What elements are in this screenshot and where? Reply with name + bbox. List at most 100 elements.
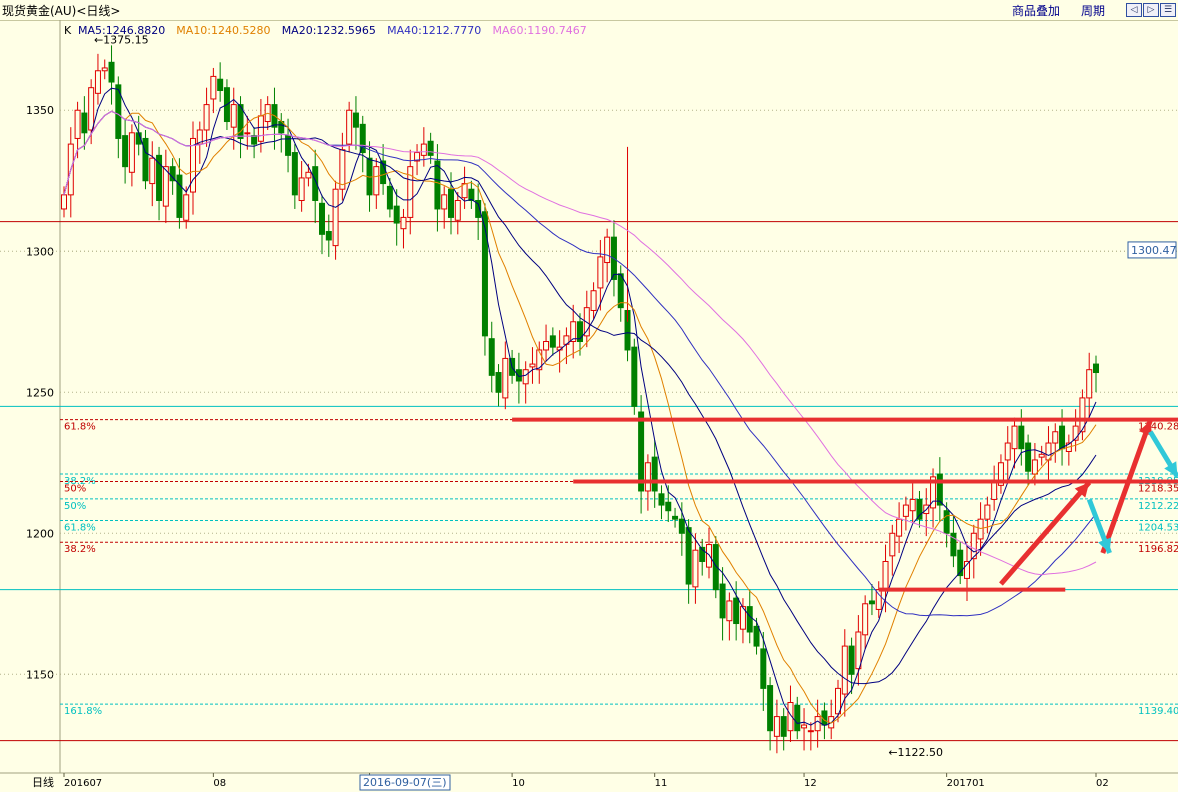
candle-body: [291, 152, 298, 196]
candle-body: [841, 645, 848, 695]
candle-body: [991, 482, 998, 500]
candle-body: [943, 510, 950, 534]
candlestick-chart: 1150120012501300135061.8%1240.2838.2%121…: [0, 20, 1178, 791]
candle-body: [706, 544, 712, 568]
candle-body: [638, 411, 645, 492]
candle-body: [230, 104, 237, 128]
candle-body: [807, 730, 814, 733]
candle-body: [94, 70, 101, 94]
candle-body: [543, 341, 550, 351]
candle-body: [339, 149, 346, 190]
candle-body: [651, 456, 658, 492]
candle-body: [488, 338, 495, 376]
candle-body: [346, 109, 353, 145]
candle-body: [359, 123, 366, 154]
x-tick-label: 201701: [947, 778, 985, 789]
ma-line-ma40: [63, 110, 1097, 617]
candle-body: [1025, 442, 1032, 472]
candle-body: [719, 583, 726, 619]
fib-left-label: 50%: [64, 501, 86, 512]
candle-body: [434, 160, 441, 210]
ma-line-ma10: [63, 110, 1097, 724]
y-tick-label: 1200: [26, 527, 54, 540]
candle-body: [393, 205, 400, 224]
candle-body: [631, 346, 638, 407]
candle-body: [1093, 363, 1099, 374]
candle-body: [298, 177, 305, 201]
x-tick-label: 10: [512, 778, 525, 789]
candle-body: [244, 132, 251, 135]
candle-body: [753, 625, 760, 647]
candle-body: [672, 515, 679, 520]
fib-left-label: 38.2%: [64, 544, 96, 555]
candle-body: [522, 369, 529, 385]
candle-body: [868, 600, 875, 605]
candle-body: [454, 199, 461, 221]
candle-body: [203, 104, 210, 131]
candle-body: [81, 112, 88, 134]
candle-body: [977, 518, 984, 540]
candle-body: [1018, 425, 1025, 450]
candle-body: [896, 518, 903, 537]
ma-line-ma20: [63, 110, 1097, 685]
x-tick-label: 02: [1096, 778, 1109, 789]
candle-body: [726, 600, 733, 622]
candle-body: [692, 549, 699, 588]
ma-legend-item: MA10:1240.5280: [176, 24, 270, 37]
candle-body: [773, 716, 780, 737]
ma-legend-item: MA60:1190.7467: [493, 24, 587, 37]
y-tick-label: 1250: [26, 386, 54, 399]
candle-body: [441, 194, 448, 210]
candle-body: [420, 143, 427, 156]
candle-body: [217, 78, 224, 92]
trend-arrow: [999, 480, 1092, 586]
candle-body: [862, 603, 869, 636]
candle-body: [814, 716, 821, 732]
candle-body: [889, 532, 896, 557]
candle-body: [88, 87, 95, 131]
candle-body: [848, 645, 855, 675]
candle-body: [767, 685, 774, 732]
candle-body: [658, 493, 665, 506]
fib-right-label: 1196.82: [1138, 544, 1178, 555]
candle-body: [251, 135, 258, 145]
candle-body: [902, 504, 909, 517]
candle-body: [780, 716, 787, 737]
ma-legend-item: MA5:1246.8820: [78, 24, 165, 37]
candle-body: [325, 231, 332, 241]
candle-body: [373, 166, 380, 196]
fib-left-label: 61.8%: [64, 523, 96, 534]
ma-legend-item: MA20:1232.5965: [282, 24, 376, 37]
candle-body: [590, 290, 597, 311]
candle-body: [1038, 453, 1045, 458]
candle-body: [549, 335, 556, 348]
candle-body: [61, 194, 67, 210]
chart-window: { "window": {"title": "现货黄金(AU)<日线>"}, "…: [0, 0, 1178, 792]
candle-body: [128, 132, 135, 173]
candle-body: [515, 369, 522, 382]
candle-body: [176, 174, 183, 218]
candle-body: [502, 357, 509, 399]
x-tick-label: 11: [655, 778, 668, 789]
candle-body: [183, 194, 190, 221]
candle-body: [352, 112, 359, 128]
candles: [61, 45, 1099, 754]
candle-body: [1004, 442, 1011, 461]
selected-date-label: 2016-09-07(三): [363, 776, 447, 789]
candle-body: [916, 498, 923, 520]
candle-body: [210, 75, 217, 100]
fib-left-label: 161.8%: [64, 706, 102, 717]
candle-body: [448, 188, 454, 218]
candle-body: [332, 188, 339, 247]
candle-body: [190, 137, 196, 193]
candle-body: [665, 501, 672, 512]
x-axis-title: 日线: [32, 775, 54, 789]
candle-body: [122, 135, 129, 168]
candle-body: [495, 372, 502, 393]
candle-body: [1059, 425, 1066, 450]
candle-body: [149, 157, 156, 185]
legend-prefix: K: [64, 24, 72, 37]
fib-right-label: 1204.53: [1138, 523, 1178, 534]
candle-body: [427, 140, 434, 156]
fib-right-label: 1139.40: [1138, 706, 1178, 717]
